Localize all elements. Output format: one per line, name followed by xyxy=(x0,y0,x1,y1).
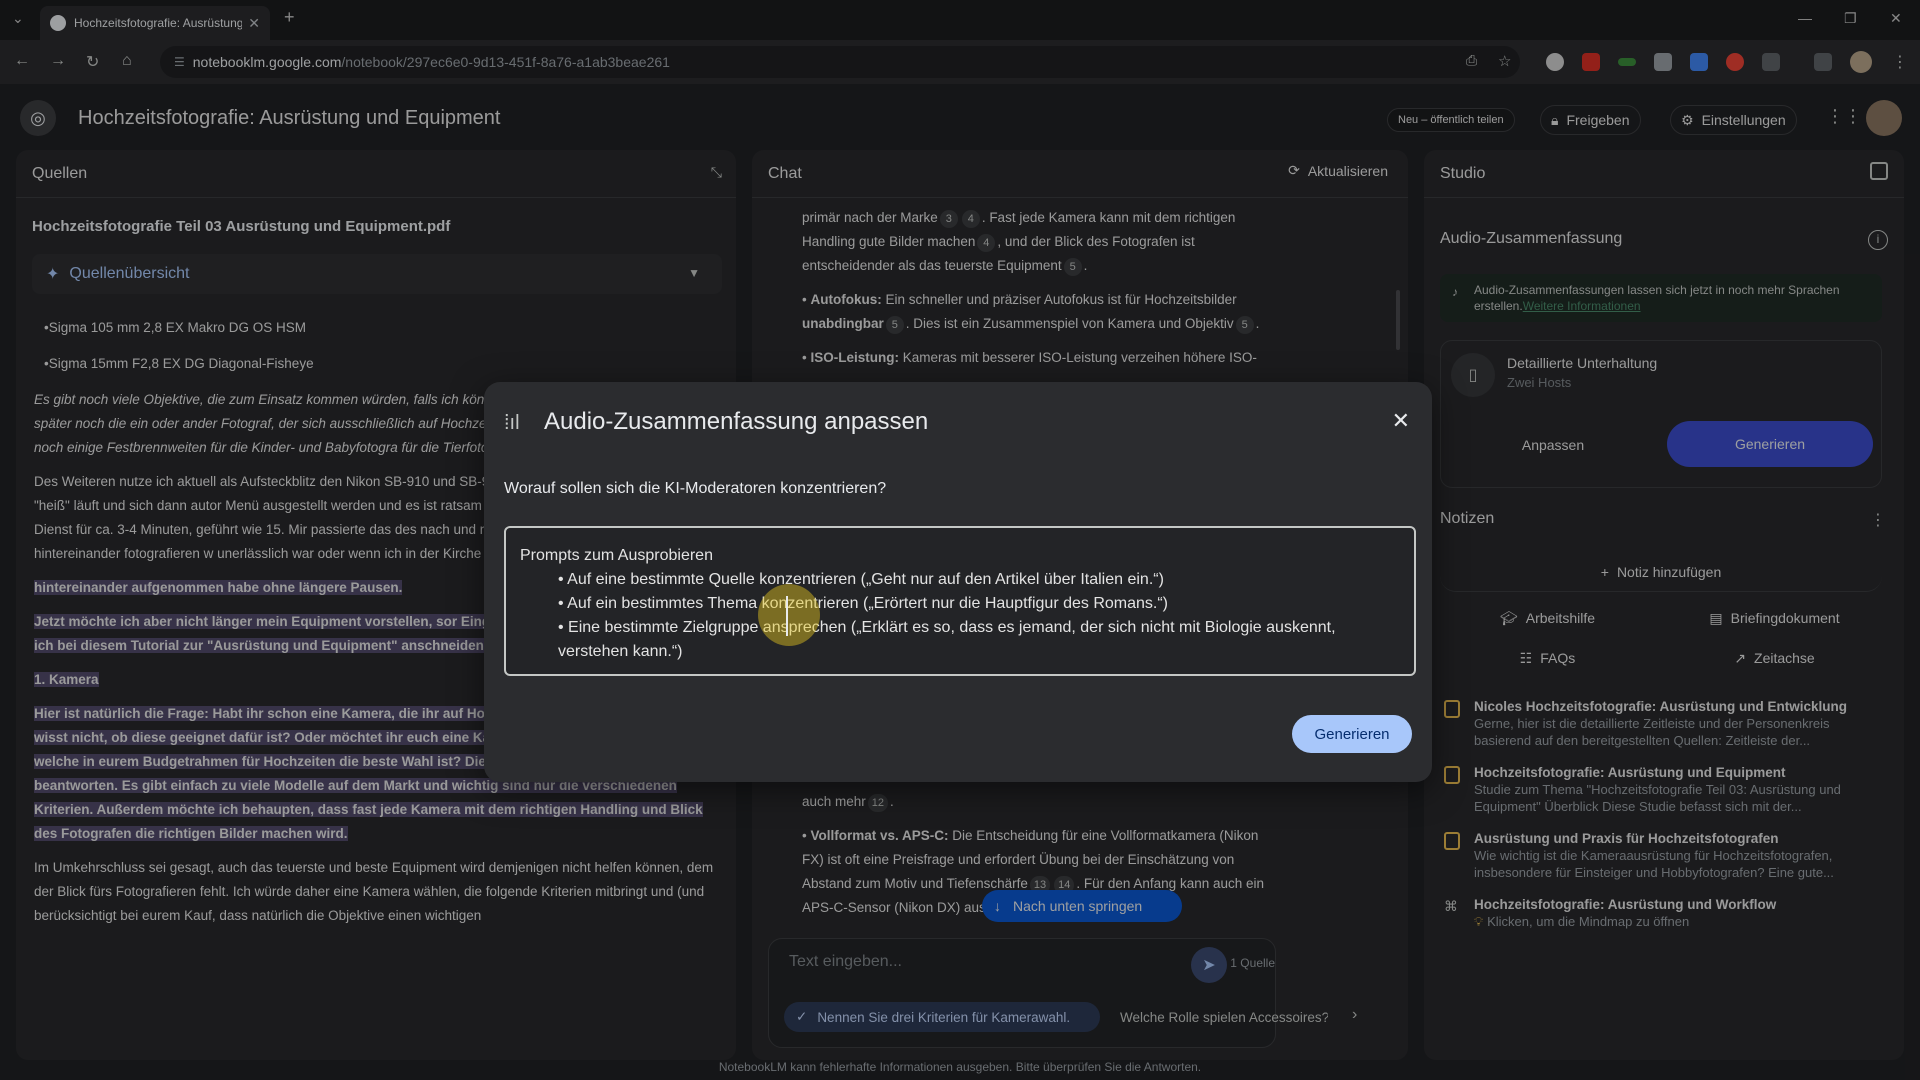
dialog-generate-button[interactable]: Generieren xyxy=(1292,715,1412,753)
focus-prompt-textarea[interactable]: Prompts zum Ausprobieren • Auf eine best… xyxy=(504,526,1416,676)
prompt-example: • Auf eine bestimmte Quelle konzentriere… xyxy=(558,571,1164,588)
close-icon[interactable]: ✕ xyxy=(1392,408,1410,434)
text-cursor-icon xyxy=(786,596,788,636)
dialog-title: Audio-Zusammenfassung anpassen xyxy=(544,408,929,435)
cursor-highlight xyxy=(758,584,820,646)
audio-waveform-icon: ⁞ıl xyxy=(504,412,520,434)
dialog-question: Worauf sollen sich die KI-Moderatoren ko… xyxy=(504,480,887,497)
audio-customize-dialog: ⁞ıl Audio-Zusammenfassung anpassen ✕ Wor… xyxy=(484,382,1432,782)
prompt-heading: Prompts zum Ausprobieren xyxy=(520,547,713,564)
prompt-example: • Auf ein bestimmtes Thema konzentrieren… xyxy=(558,595,1169,612)
prompt-example: • Eine bestimmte Zielgruppe ansprechen (… xyxy=(558,619,1336,660)
